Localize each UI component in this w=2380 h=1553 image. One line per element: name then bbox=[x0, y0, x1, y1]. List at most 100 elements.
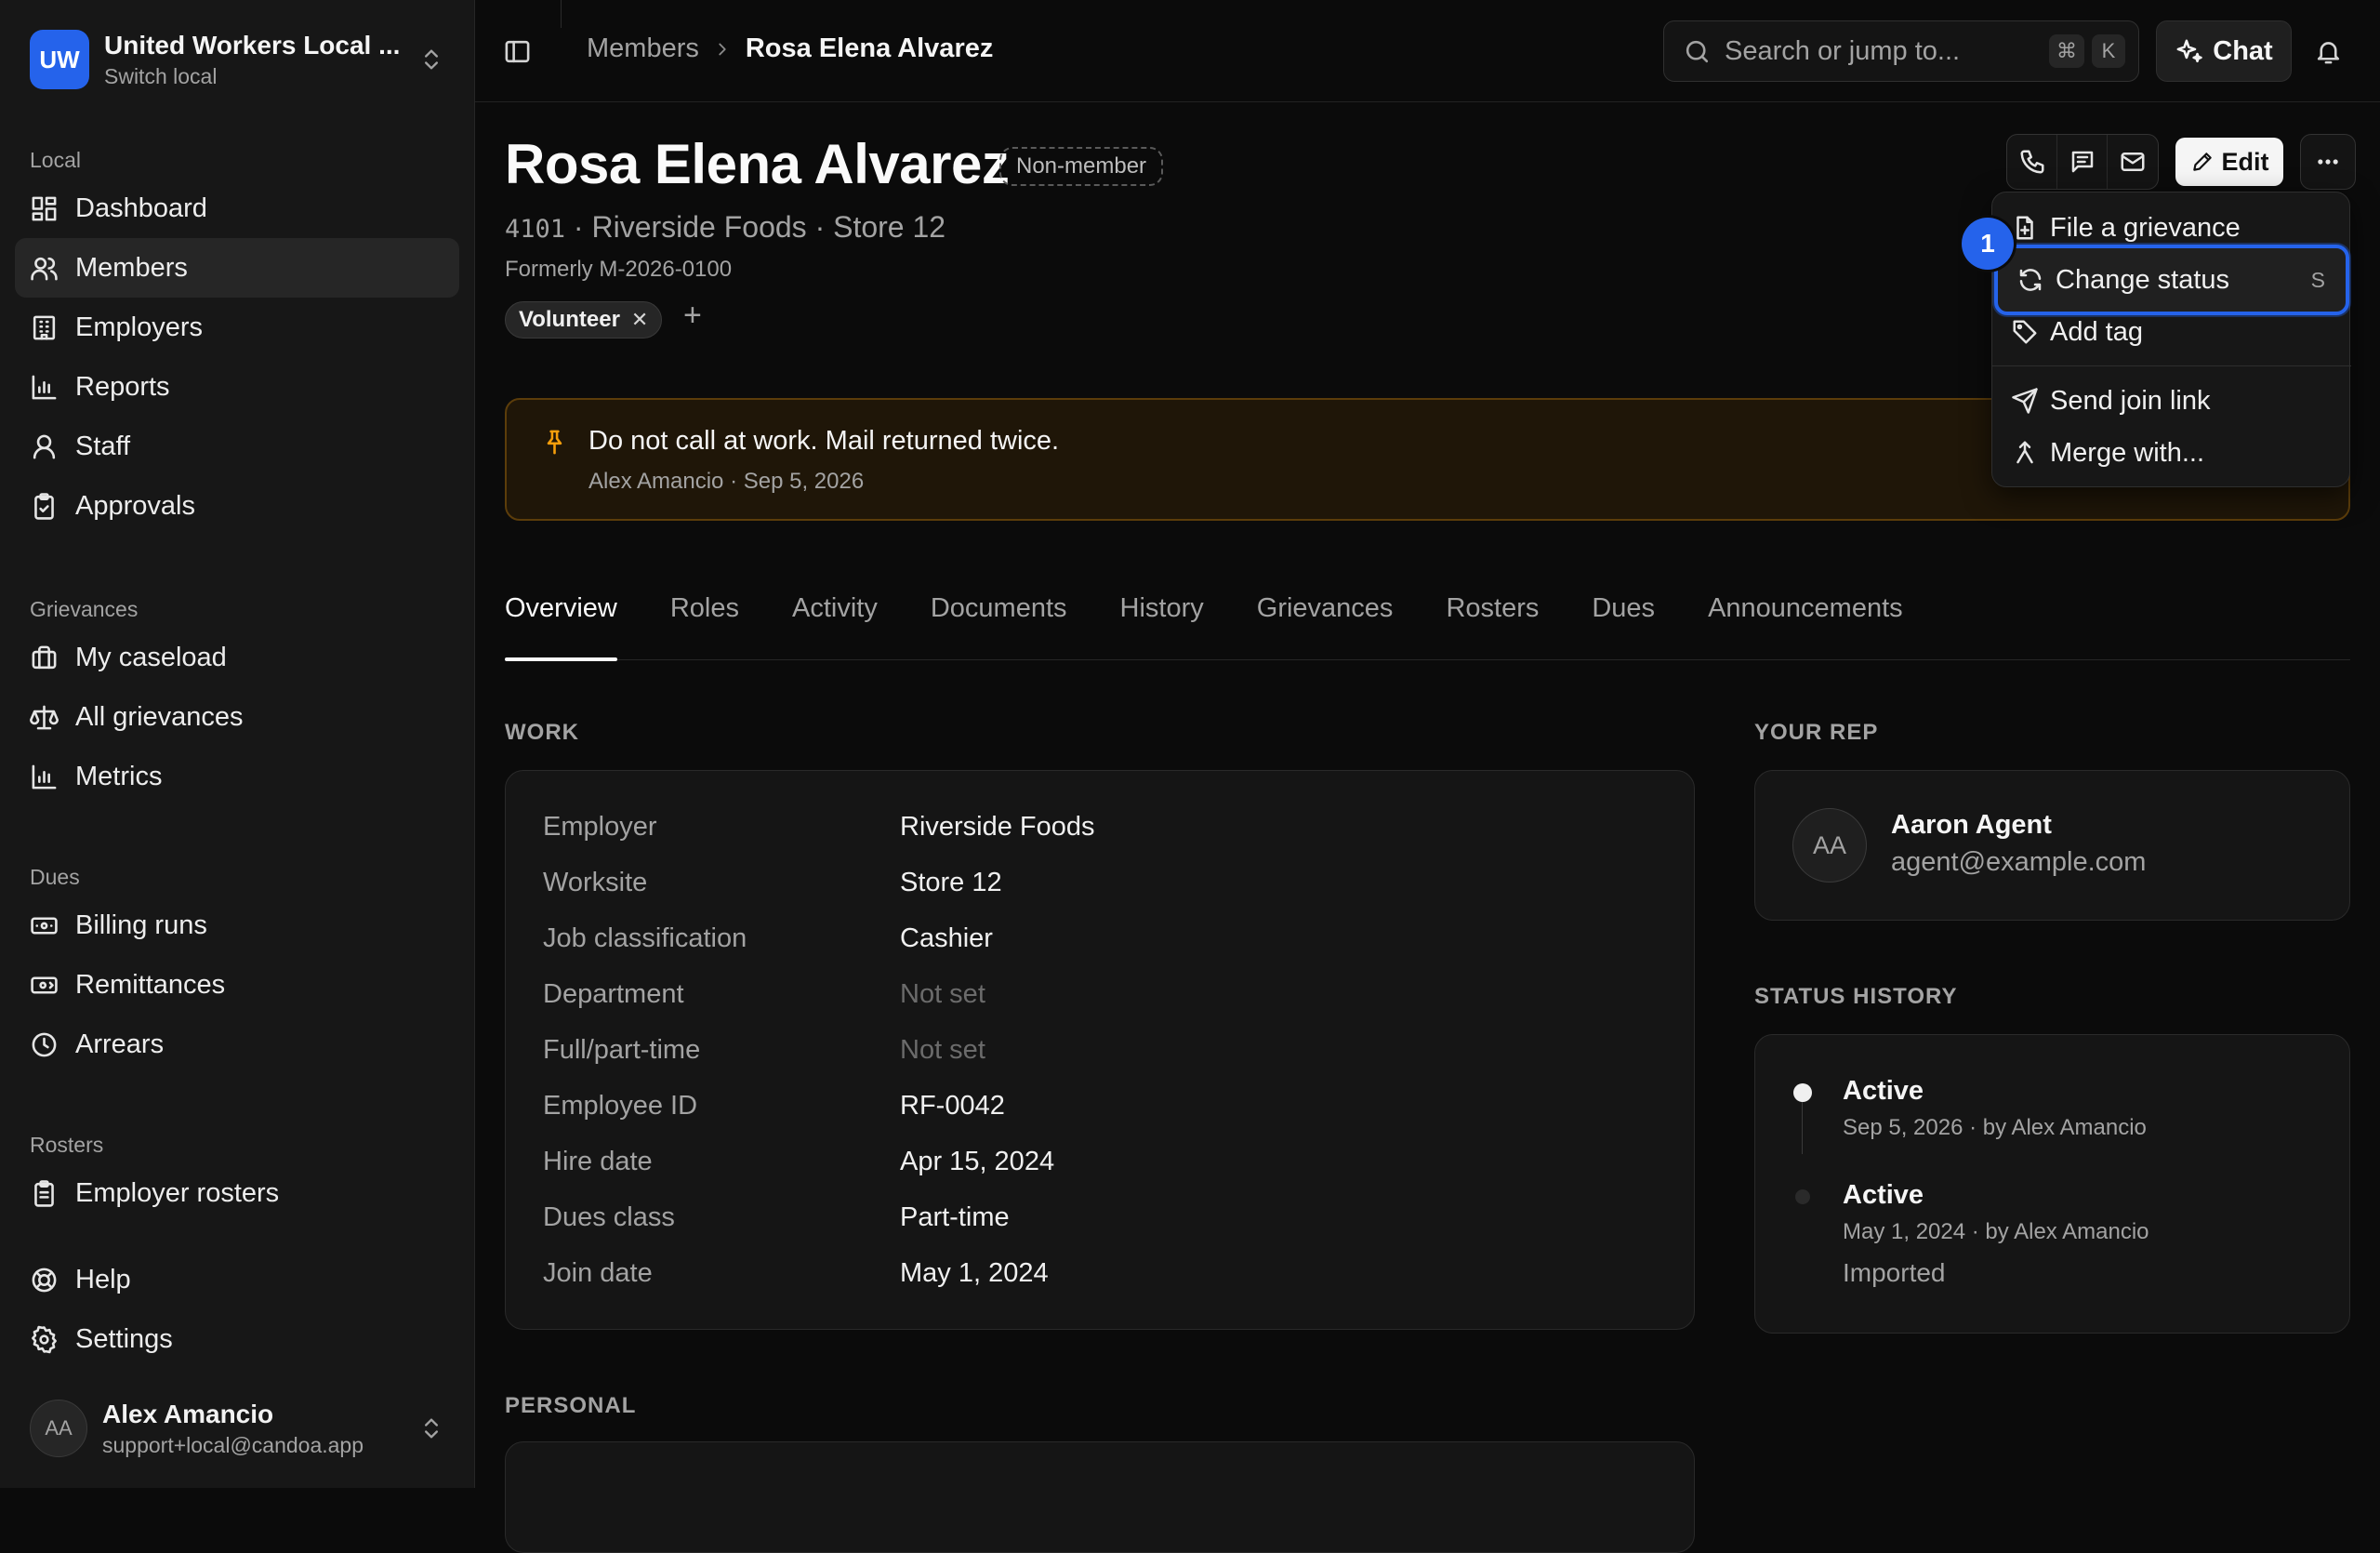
menu-item-send-join-link[interactable]: Send join link bbox=[1992, 375, 2351, 427]
sidebar-item-arrears[interactable]: Arrears bbox=[15, 1015, 459, 1074]
chat-button[interactable]: Chat bbox=[2156, 20, 2292, 82]
search-placeholder: Search or jump to... bbox=[1725, 35, 1961, 66]
tab-announcements[interactable]: Announcements bbox=[1708, 578, 1903, 660]
email-button[interactable] bbox=[2108, 135, 2158, 189]
annotation-badge: 1 bbox=[1962, 218, 2014, 270]
sidebar-item-all-grievances[interactable]: All grievances bbox=[15, 687, 459, 747]
sidebar-item-remittances[interactable]: Remittances bbox=[15, 955, 459, 1015]
status-history-heading: STATUS HISTORY bbox=[1754, 984, 1958, 1009]
nav-group-local: Local Dashboard Members Employers Report… bbox=[15, 141, 459, 536]
menu-item-label: Send join link bbox=[2050, 385, 2211, 416]
sidebar-item-my-caseload[interactable]: My caseload bbox=[15, 628, 459, 687]
menu-item-merge-with[interactable]: Merge with... bbox=[1992, 427, 2351, 479]
call-button[interactable] bbox=[2007, 135, 2057, 189]
org-switcher[interactable]: UW United Workers Local ... Switch local bbox=[15, 15, 459, 104]
menu-item-add-tag[interactable]: Add tag bbox=[1992, 306, 2351, 358]
formerly-id: Formerly M-2026-0100 bbox=[505, 257, 733, 282]
app-root: UW United Workers Local ... Switch local… bbox=[0, 0, 2380, 1553]
user-menu[interactable]: AA Alex Amancio support+local@candoa.app bbox=[15, 1384, 459, 1473]
nav-group-dues: Dues Billing runs Remittances Arrears bbox=[15, 858, 459, 1074]
clipboard-list-icon bbox=[34, 1179, 54, 1207]
sidebar-item-label: Arrears bbox=[75, 1029, 165, 1059]
field-value: Part-time bbox=[900, 1202, 1010, 1232]
history-meta: May 1, 2024 · by Alex Amancio bbox=[1843, 1219, 2149, 1244]
sparkles-icon bbox=[2176, 39, 2202, 62]
tab-documents[interactable]: Documents bbox=[931, 578, 1067, 660]
sidebar-item-label: Remittances bbox=[75, 969, 226, 1000]
sidebar-item-label: Members bbox=[75, 252, 188, 283]
shortcut-key-cmd: ⌘ bbox=[2049, 34, 2084, 68]
field-value: Not set bbox=[900, 1035, 985, 1065]
nav-group-rosters: Rosters Employer rosters bbox=[15, 1126, 459, 1223]
rep-email[interactable]: agent@example.com bbox=[1891, 847, 2146, 878]
tab-history[interactable]: History bbox=[1120, 578, 1204, 660]
field-label: Dues class bbox=[543, 1202, 675, 1232]
field-label: Hire date bbox=[543, 1147, 653, 1176]
tab-overview[interactable]: Overview bbox=[505, 578, 617, 661]
tab-dues[interactable]: Dues bbox=[1592, 578, 1655, 660]
field-value: Not set bbox=[900, 979, 985, 1009]
user-email: support+local@candoa.app bbox=[102, 1432, 364, 1457]
menu-item-change-status[interactable]: Change status S bbox=[1994, 245, 2349, 315]
tab-activity[interactable]: Activity bbox=[792, 578, 878, 660]
chevrons-up-down-icon bbox=[425, 1418, 438, 1439]
history-status: Active bbox=[1843, 1076, 1924, 1106]
org-name: United Workers Local ... bbox=[104, 30, 401, 60]
tab-rosters[interactable]: Rosters bbox=[1446, 578, 1539, 660]
more-actions-button[interactable] bbox=[2300, 134, 2356, 190]
briefcase-icon bbox=[32, 645, 57, 669]
bar-chart-icon bbox=[32, 375, 57, 399]
breadcrumb: Members Rosa Elena Alvarez bbox=[587, 33, 993, 64]
header-actions: Edit bbox=[2006, 134, 2356, 190]
remove-tag-button[interactable]: ✕ bbox=[631, 308, 648, 332]
more-actions-menu: File a grievance Change status S Add tag… bbox=[1991, 192, 2351, 487]
note-text: Do not call at work. Mail returned twice… bbox=[588, 426, 1060, 456]
work-heading: WORK bbox=[505, 720, 579, 745]
sidebar-item-label: Dashboard bbox=[75, 192, 207, 223]
notifications-button[interactable] bbox=[2314, 37, 2343, 66]
sidebar-item-metrics[interactable]: Metrics bbox=[15, 747, 459, 806]
users-icon bbox=[31, 257, 58, 280]
chevrons-up-down-icon bbox=[425, 49, 438, 70]
history-meta: Sep 5, 2026 · by Alex Amancio bbox=[1843, 1115, 2147, 1140]
nav-heading-rosters: Rosters bbox=[30, 1133, 104, 1157]
search-input[interactable]: Search or jump to... ⌘ K bbox=[1663, 20, 2139, 82]
clipboard-check-icon bbox=[34, 492, 54, 520]
sidebar: UW United Workers Local ... Switch local… bbox=[0, 0, 475, 1488]
sidebar-item-label: Employer rosters bbox=[75, 1177, 280, 1208]
pencil-icon bbox=[2192, 153, 2212, 171]
field-value: Cashier bbox=[900, 923, 993, 953]
panel-left-icon bbox=[505, 40, 530, 63]
banknote-arrow-icon bbox=[31, 976, 58, 994]
sidebar-item-approvals[interactable]: Approvals bbox=[15, 476, 459, 536]
status-badge: Non-member bbox=[999, 147, 1164, 186]
clock-icon bbox=[32, 1032, 57, 1056]
sidebar-item-staff[interactable]: Staff bbox=[15, 417, 459, 476]
search-icon bbox=[1686, 40, 1709, 62]
message-button[interactable] bbox=[2057, 135, 2108, 189]
add-tag-button[interactable]: + bbox=[683, 298, 702, 334]
tab-roles[interactable]: Roles bbox=[670, 578, 739, 660]
sidebar-item-settings[interactable]: Settings bbox=[15, 1309, 459, 1369]
sidebar-item-label: Billing runs bbox=[75, 909, 207, 940]
bar-chart-icon bbox=[32, 764, 57, 789]
sidebar-item-employer-rosters[interactable]: Employer rosters bbox=[15, 1163, 459, 1223]
local-number: 4101 bbox=[505, 215, 566, 244]
sidebar-item-label: Help bbox=[75, 1264, 131, 1294]
sidebar-item-employers[interactable]: Employers bbox=[15, 298, 459, 357]
sidebar-item-reports[interactable]: Reports bbox=[15, 357, 459, 417]
sidebar-item-dashboard[interactable]: Dashboard bbox=[15, 179, 459, 238]
edit-button[interactable]: Edit bbox=[2175, 138, 2283, 186]
menu-divider bbox=[1992, 365, 2351, 366]
chevron-right-icon bbox=[719, 43, 726, 55]
page-title: Rosa Elena Alvarez bbox=[505, 133, 1010, 195]
tab-grievances[interactable]: Grievances bbox=[1257, 578, 1394, 660]
breadcrumb-members-link[interactable]: Members bbox=[587, 33, 699, 64]
file-plus-icon bbox=[2016, 216, 2033, 240]
sidebar-item-help[interactable]: Help bbox=[15, 1250, 459, 1309]
sidebar-item-members[interactable]: Members bbox=[15, 238, 459, 298]
sidebar-item-billing-runs[interactable]: Billing runs bbox=[15, 896, 459, 955]
sidebar-toggle-button[interactable] bbox=[503, 37, 532, 66]
timeline-dot bbox=[1793, 1083, 1812, 1102]
mail-icon bbox=[2121, 153, 2145, 171]
